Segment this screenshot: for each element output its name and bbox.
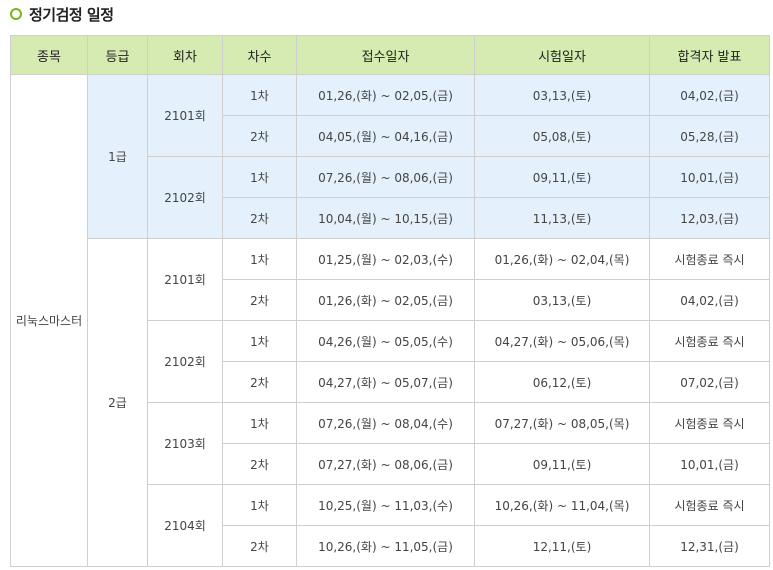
apply-date-cell: 10,26,(화) ~ 11,05,(금) bbox=[296, 525, 475, 567]
apply-date-cell: 07,27,(화) ~ 08,06,(금) bbox=[296, 443, 475, 485]
table-row: 리눅스마스터 1급 2101회 1차 01,26,(화) ~ 02,05,(금) 03,1… bbox=[10, 74, 770, 567]
result-date-cell: 04,02,(금) bbox=[649, 279, 770, 321]
exam-date-cell: 12,11,(토) bbox=[474, 525, 650, 567]
apply-date-cell: 01,26,(화) ~ 02,05,(금) bbox=[296, 279, 475, 321]
exam-date-cell: 04,27,(화) ~ 05,06,(목) bbox=[474, 320, 650, 362]
apply-date-cell: 01,26,(화) ~ 02,05,(금) bbox=[296, 74, 475, 116]
exam-date-cell: 03,13,(토) bbox=[474, 74, 650, 116]
apply-date-cell: 04,05,(월) ~ 04,16,(금) bbox=[296, 115, 475, 157]
apply-date-cell: 04,26,(월) ~ 05,05,(수) bbox=[296, 320, 475, 362]
result-date-cell: 04,02,(금) bbox=[649, 74, 770, 116]
header-exam-date: 시험일자 bbox=[474, 35, 650, 75]
round-cell: 1차 bbox=[222, 156, 297, 198]
result-date-cell: 12,31,(금) bbox=[649, 525, 770, 567]
session-cell: 2102회 bbox=[147, 156, 223, 239]
round-cell: 2차 bbox=[222, 525, 297, 567]
exam-date-cell: 10,26,(화) ~ 11,04,(목) bbox=[474, 484, 650, 526]
result-date-cell: 10,01,(금) bbox=[649, 156, 770, 198]
result-date-cell: 시험종료 즉시 bbox=[649, 320, 770, 362]
result-date-cell: 10,01,(금) bbox=[649, 443, 770, 485]
result-date-cell: 05,28,(금) bbox=[649, 115, 770, 157]
exam-date-cell: 09,11,(토) bbox=[474, 156, 650, 198]
session-cell: 2101회 bbox=[147, 74, 223, 157]
round-cell: 1차 bbox=[222, 74, 297, 116]
round-cell: 2차 bbox=[222, 361, 297, 403]
header-subject: 종목 bbox=[10, 35, 88, 75]
apply-date-cell: 07,26,(월) ~ 08,04,(수) bbox=[296, 402, 475, 444]
round-cell: 2차 bbox=[222, 115, 297, 157]
round-cell: 1차 bbox=[222, 484, 297, 526]
schedule-table: 종목 등급 회차 차수 접수일자 시험일자 합격자 발표 리눅스마스터 1급 210… bbox=[10, 35, 770, 567]
apply-date-cell: 04,27,(화) ~ 05,07,(금) bbox=[296, 361, 475, 403]
result-date-cell: 시험종료 즉시 bbox=[649, 238, 770, 280]
header-result-date: 합격자 발표 bbox=[649, 35, 770, 75]
circle-bullet-icon bbox=[10, 8, 22, 20]
apply-date-cell: 10,25,(월) ~ 11,03,(수) bbox=[296, 484, 475, 526]
header-row: 종목 등급 회차 차수 접수일자 시험일자 합격자 발표 bbox=[10, 35, 770, 75]
exam-date-cell: 07,27,(화) ~ 08,05,(목) bbox=[474, 402, 650, 444]
exam-date-cell: 11,13,(토) bbox=[474, 197, 650, 239]
header-grade: 등급 bbox=[87, 35, 148, 75]
exam-date-cell: 06,12,(토) bbox=[474, 361, 650, 403]
table-row: 2급 2101회 1차 01,25,(월) ~ 02,03,(수) 01,26,(화) … bbox=[11, 238, 770, 567]
exam-date-cell: 01,26,(화) ~ 02,04,(목) bbox=[474, 238, 650, 280]
round-cell: 1차 bbox=[222, 238, 297, 280]
page-title: 정기검정 일정 bbox=[29, 5, 114, 24]
grade-cell: 2급 bbox=[87, 238, 148, 567]
apply-date-cell: 10,04,(월) ~ 10,15,(금) bbox=[296, 197, 475, 239]
apply-date-cell: 01,25,(월) ~ 02,03,(수) bbox=[296, 238, 475, 280]
section-header: 정기검정 일정 bbox=[10, 3, 114, 25]
result-date-cell: 시험종료 즉시 bbox=[649, 402, 770, 444]
subject-cell: 리눅스마스터 bbox=[10, 74, 88, 567]
round-cell: 2차 bbox=[222, 197, 297, 239]
header-apply-date: 접수일자 bbox=[296, 35, 475, 75]
session-cell: 2104회 bbox=[147, 484, 223, 567]
apply-date-cell: 07,26,(월) ~ 08,06,(금) bbox=[296, 156, 475, 198]
result-date-cell: 12,03,(금) bbox=[649, 197, 770, 239]
header-session: 회차 bbox=[147, 35, 223, 75]
grade-cell: 1급 bbox=[87, 74, 148, 239]
header-round: 차수 bbox=[222, 35, 297, 75]
round-cell: 1차 bbox=[222, 402, 297, 444]
schedule-body: 리눅스마스터 1급 2101회 1차 01,26,(화) ~ 02,05,(금) 03,1… bbox=[10, 74, 770, 567]
session-cell: 2102회 bbox=[147, 320, 223, 403]
exam-date-cell: 05,08,(토) bbox=[474, 115, 650, 157]
round-cell: 2차 bbox=[222, 443, 297, 485]
exam-date-cell: 09,11,(토) bbox=[474, 443, 650, 485]
round-cell: 1차 bbox=[222, 320, 297, 362]
round-cell: 2차 bbox=[222, 279, 297, 321]
result-date-cell: 07,02,(금) bbox=[649, 361, 770, 403]
exam-date-cell: 03,13,(토) bbox=[474, 279, 650, 321]
result-date-cell: 시험종료 즉시 bbox=[649, 484, 770, 526]
session-cell: 2101회 bbox=[147, 238, 223, 321]
session-cell: 2103회 bbox=[147, 402, 223, 485]
